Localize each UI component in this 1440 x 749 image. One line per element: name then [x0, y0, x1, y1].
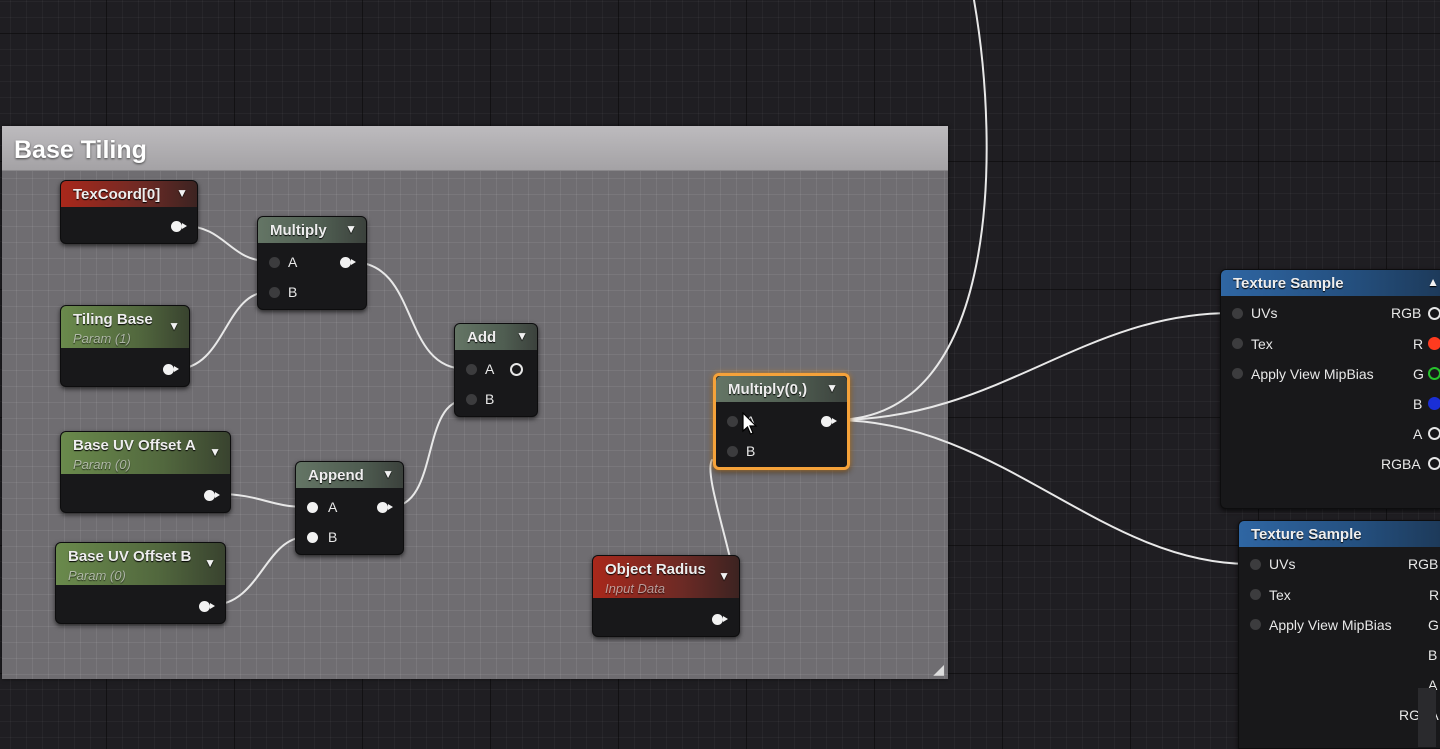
node-append[interactable]: Append ▼ A B: [295, 461, 404, 555]
output-pin[interactable]: [377, 502, 393, 513]
input-pin-uvs[interactable]: [1250, 559, 1261, 570]
output-pin[interactable]: [204, 490, 220, 501]
node-base-uv-offset-b[interactable]: Base UV Offset B Param (0) ▼: [55, 542, 226, 624]
chevron-up-icon[interactable]: ▲: [1427, 275, 1439, 289]
node-header[interactable]: Multiply ▼: [258, 217, 366, 243]
chevron-down-icon[interactable]: ▼: [176, 186, 188, 200]
pin-label: G: [1413, 366, 1424, 382]
output-pin-r[interactable]: [1428, 337, 1440, 350]
node-header[interactable]: Multiply(0,) ▼: [716, 376, 847, 402]
node-header[interactable]: Object Radius Input Data ▼: [593, 556, 739, 598]
node-header[interactable]: Texture Sample: [1239, 521, 1440, 547]
pin-label: UVs: [1269, 556, 1296, 572]
output-pin[interactable]: [340, 257, 356, 268]
node-texture-sample-1[interactable]: Texture Sample ▲ UVs Tex Apply View MipB…: [1220, 269, 1440, 509]
pin-label: B: [746, 443, 756, 459]
node-header[interactable]: Tiling Base Param (1) ▼: [61, 306, 189, 348]
pin-label: B: [1428, 647, 1438, 663]
pin-label: B: [1413, 396, 1423, 412]
material-graph-canvas[interactable]: Base Tiling ◢ TexCoord[0] ▼ Tiling Base …: [0, 0, 1440, 749]
output-pin-rgba[interactable]: [1428, 457, 1440, 470]
comment-title: Base Tiling: [14, 136, 147, 164]
offscreen-node-fragment: [1418, 688, 1436, 747]
input-pin-tex[interactable]: [1232, 338, 1243, 349]
chevron-down-icon[interactable]: ▼: [516, 329, 528, 343]
pin-label: Apply View MipBias: [1251, 366, 1374, 382]
node-add[interactable]: Add ▼ A B: [454, 323, 538, 417]
node-title: Base UV Offset A: [73, 437, 196, 454]
output-pin[interactable]: [163, 364, 179, 375]
input-pin-b[interactable]: [466, 394, 477, 405]
node-header[interactable]: Base UV Offset B Param (0) ▼: [56, 543, 225, 585]
input-pin-a[interactable]: [466, 364, 477, 375]
node-object-radius[interactable]: Object Radius Input Data ▼: [592, 555, 740, 637]
input-pin-uvs[interactable]: [1232, 308, 1243, 319]
node-title: Texture Sample: [1251, 526, 1362, 543]
chevron-down-icon[interactable]: ▼: [382, 467, 394, 481]
node-title: Base UV Offset B: [68, 548, 192, 565]
node-multiply[interactable]: Multiply ▼ A B: [257, 216, 367, 310]
node-multiply-selected[interactable]: Multiply(0,) ▼ A B: [713, 373, 850, 470]
pin-label: A: [328, 499, 338, 515]
chevron-down-icon[interactable]: ▼: [345, 222, 357, 236]
pin-label: B: [328, 529, 338, 545]
pin-label: RGB: [1408, 556, 1439, 572]
input-pin-a[interactable]: [727, 416, 738, 427]
chevron-down-icon[interactable]: ▼: [209, 445, 221, 459]
output-pin-rgb[interactable]: [1428, 307, 1440, 320]
output-pin[interactable]: [821, 416, 837, 427]
node-header[interactable]: Add ▼: [455, 324, 537, 350]
input-pin-tex[interactable]: [1250, 589, 1261, 600]
node-base-uv-offset-a[interactable]: Base UV Offset A Param (0) ▼: [60, 431, 231, 513]
chevron-down-icon[interactable]: ▼: [204, 556, 216, 570]
input-pin-b[interactable]: [727, 446, 738, 457]
output-pin-g[interactable]: [1428, 367, 1440, 380]
node-subtitle: Param (0): [73, 457, 131, 472]
input-pin-a[interactable]: [269, 257, 280, 268]
pin-label: B: [288, 284, 298, 300]
pin-label: A: [485, 361, 495, 377]
pin-label: A: [1413, 426, 1423, 442]
pin-label: B: [485, 391, 495, 407]
output-pin[interactable]: [199, 601, 215, 612]
input-pin-mipbias[interactable]: [1232, 368, 1243, 379]
chevron-down-icon[interactable]: ▼: [718, 569, 730, 583]
pin-label: G: [1428, 617, 1439, 633]
output-pin[interactable]: [712, 614, 728, 625]
node-subtitle: Param (0): [68, 568, 126, 583]
node-tiling-base[interactable]: Tiling Base Param (1) ▼: [60, 305, 190, 387]
pin-label: RGBA: [1381, 456, 1421, 472]
pin-label: Tex: [1269, 587, 1291, 603]
node-texcoord[interactable]: TexCoord[0] ▼: [60, 180, 198, 244]
node-texture-sample-2[interactable]: Texture Sample UVs Tex Apply View MipBia…: [1238, 520, 1440, 749]
input-pin-a[interactable]: [307, 502, 318, 513]
chevron-down-icon[interactable]: ▼: [168, 319, 180, 333]
output-pin[interactable]: [171, 221, 187, 232]
input-pin-b[interactable]: [307, 532, 318, 543]
node-subtitle: Param (1): [73, 331, 131, 346]
node-header[interactable]: TexCoord[0] ▼: [61, 181, 197, 207]
node-header[interactable]: Base UV Offset A Param (0) ▼: [61, 432, 230, 474]
mouse-cursor-icon: [742, 412, 758, 435]
pin-label: R: [1413, 336, 1424, 352]
output-pin-a[interactable]: [1428, 427, 1440, 440]
pin-label: R: [1429, 587, 1440, 603]
pin-label: UVs: [1251, 305, 1278, 321]
output-pin-b[interactable]: [1428, 397, 1440, 410]
input-pin-mipbias[interactable]: [1250, 619, 1261, 630]
node-header[interactable]: Append ▼: [296, 462, 403, 488]
output-pin[interactable]: [510, 363, 523, 376]
pin-label: A: [288, 254, 298, 270]
pin-label: Tex: [1251, 336, 1273, 352]
node-subtitle: Input Data: [605, 581, 665, 596]
chevron-down-icon[interactable]: ▼: [826, 381, 838, 395]
input-pin-b[interactable]: [269, 287, 280, 298]
pin-label: Apply View MipBias: [1269, 617, 1392, 633]
pin-label: RGB: [1391, 305, 1422, 321]
resize-grip-icon[interactable]: ◢: [933, 662, 944, 676]
node-header[interactable]: Texture Sample ▲: [1221, 270, 1440, 296]
node-title: Texture Sample: [1233, 275, 1344, 292]
comment-header[interactable]: Base Tiling: [2, 126, 948, 171]
